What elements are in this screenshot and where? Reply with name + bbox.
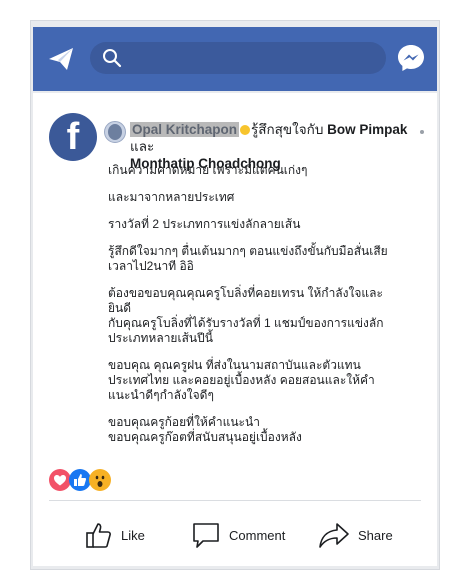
author-name[interactable]: Opal Kritchapon	[130, 122, 240, 137]
share-arrow-icon	[319, 523, 349, 548]
messenger-icon[interactable]	[396, 43, 426, 73]
comment-bubble-icon	[193, 523, 219, 548]
wow-reaction-icon	[89, 469, 111, 491]
like-label: Like	[121, 527, 145, 543]
more-options-icon[interactable]	[420, 130, 424, 134]
paper-plane-icon[interactable]	[47, 46, 75, 72]
post-paragraph: เกินความคาดหมาย เพราะมีแต่คนเก่งๆ	[108, 163, 308, 177]
avatar[interactable]	[104, 121, 126, 143]
reaction-summary[interactable]	[49, 469, 139, 491]
divider	[49, 500, 421, 501]
post-body: เกินความคาดหมาย เพราะมีแต่คนเก่งๆ และมาจ…	[108, 163, 398, 457]
conjunction-text: และ	[130, 139, 155, 154]
like-button[interactable]: Like	[85, 515, 145, 555]
post-paragraph: และมาจากหลายประเทศ	[108, 190, 235, 204]
post-paragraph: รู้สึกดีใจมากๆ ตื่นเต้นมากๆ ตอนแข่งถึงขั…	[108, 244, 388, 273]
post-paragraph: ต้องขอขอบคุณคุณครูโบลิ่งที่คอยเทรน ให้กำ…	[108, 286, 384, 345]
like-reaction-icon	[69, 469, 91, 491]
feeling-text: รู้สึกสุขใจกับ	[251, 122, 324, 137]
share-button[interactable]: Share	[318, 515, 393, 555]
avatar-image	[108, 124, 122, 140]
post-card: f Opal Kritchapon รู้สึกสุขใจกับ Bow Pimp…	[33, 93, 437, 566]
thumbs-up-icon	[86, 523, 111, 548]
tagged-user-1[interactable]: Bow Pimpak	[327, 122, 407, 137]
comment-label: Comment	[229, 527, 286, 543]
comment-button[interactable]: Comment	[191, 515, 285, 555]
facebook-logo[interactable]: f	[49, 113, 97, 161]
post-paragraph: รางวัลที่ 2 ประเภทการแข่งลักลายเส้น	[108, 217, 301, 231]
facebook-logo-letter: f	[66, 116, 80, 158]
search-input[interactable]	[90, 42, 386, 74]
post-paragraph: ขอบคุณครูก้อยที่ให้คำแนะนำ ขอบคุณครูก๊อต…	[108, 415, 302, 444]
feeling-emoji-icon	[240, 125, 251, 135]
share-label: Share	[358, 527, 393, 543]
post-paragraph: ขอบคุณ คุณครูฝน ที่ส่งในนามสถาบันและตัวแ…	[108, 358, 375, 402]
love-reaction-icon	[49, 469, 71, 491]
search-icon	[103, 49, 122, 68]
top-navigation-bar	[33, 27, 437, 91]
